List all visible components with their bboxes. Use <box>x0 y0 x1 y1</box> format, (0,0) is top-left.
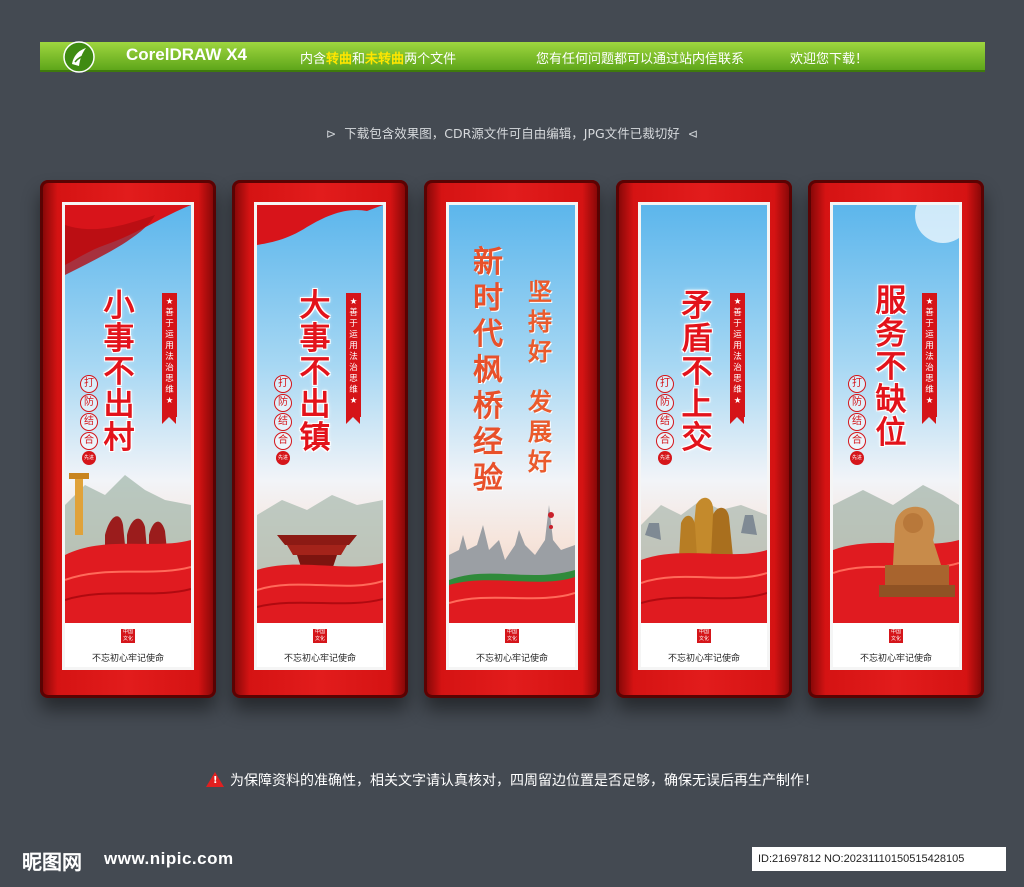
panel-4-motto: 不忘初心牢记使命 <box>667 654 740 664</box>
file-note-middle: 和 <box>352 52 366 67</box>
panel-1-scene: 小事不出村 ★善于运用法治思维★ 打 防 结 合 先进 <box>65 205 191 623</box>
seal-icon: 结 <box>80 413 98 431</box>
seal-icon: 防 <box>274 394 292 412</box>
panel-3-title-right-top: 坚持好 <box>528 277 552 366</box>
seal-icon: 合 <box>274 432 292 450</box>
contact-note: 您有任何问题都可以通过站内信联系 <box>536 52 745 67</box>
seal-icon: 打 <box>80 375 98 393</box>
site-logo: 昵图网 <box>22 850 82 874</box>
warning-text: 为保障资料的准确性，相关文字请认真核对，四周留边位置是否足够，确保无误后再生产制… <box>230 773 818 789</box>
file-note: 内含转曲和未转曲两个文件 <box>300 48 456 67</box>
seal-icon: 结 <box>274 413 292 431</box>
file-note-suffix: 两个文件 <box>404 52 457 67</box>
download-note-text: 下载包含效果图，CDR源文件可自由编辑，JPG文件已裁切好 <box>344 126 680 141</box>
panel-5-title: 服务不缺位 <box>875 283 907 451</box>
warning-icon <box>206 772 224 787</box>
seal-icon: 防 <box>656 394 674 412</box>
panel-3: 新时代枫桥经验 坚持好 发展好 中国文化 不忘初心牢记使命 <box>424 180 600 698</box>
panel-2-title: 大事不出镇 <box>299 288 331 456</box>
panel-4-seals: 打 防 结 合 先进 <box>656 375 678 465</box>
seal-icon: 防 <box>80 394 98 412</box>
file-note-converted: 转曲 <box>326 52 353 67</box>
panel-2-board: 大事不出镇 ★善于运用法治思维★ 打 防 结 合 先进 中国文化 不忘初心牢记使… <box>254 202 386 670</box>
panel-1: 小事不出村 ★善于运用法治思维★ 打 防 结 合 先进 中国文化 不忘初心牢记使… <box>40 180 216 698</box>
panel-2-motto: 不忘初心牢记使命 <box>283 654 356 664</box>
panel-5-ribbon: ★善于运用法治思维★ <box>922 293 937 424</box>
panel-5: 服务不缺位 ★善于运用法治思维★ 打 防 结 合 先进 中国文化 不忘初心牢记使… <box>808 180 984 698</box>
panel-4-stamp: 中国文化 <box>697 629 711 643</box>
image-id-label: ID:21697812 NO:20231110150515428105 <box>752 847 1006 871</box>
panel-3-title-main: 新时代枫桥经验 <box>473 245 503 496</box>
panel-2-stamp: 中国文化 <box>313 629 327 643</box>
panel-1-title: 小事不出村 <box>103 288 135 456</box>
app-name: CorelDRAW X4 <box>126 45 247 64</box>
production-warning: 为保障资料的准确性，相关文字请认真核对，四周留边位置是否足够，确保无误后再生产制… <box>0 770 1024 790</box>
panel-2-ribbon: ★善于运用法治思维★ <box>346 293 361 424</box>
coreldraw-logo-icon <box>63 41 95 73</box>
seal-icon: 结 <box>656 413 674 431</box>
panel-5-scene: 服务不缺位 ★善于运用法治思维★ 打 防 结 合 先进 <box>833 205 959 623</box>
seal-icon: 打 <box>656 375 674 393</box>
panel-1-motto: 不忘初心牢记使命 <box>91 654 164 664</box>
panel-1-stamp: 中国文化 <box>121 629 135 643</box>
site-url[interactable]: www.nipic.com <box>104 849 234 869</box>
seal-small-icon: 先进 <box>850 451 864 465</box>
panel-5-motto: 不忘初心牢记使命 <box>859 654 932 664</box>
panel-2-seals: 打 防 结 合 先进 <box>274 375 296 465</box>
welcome-note: 欢迎您下载！ <box>790 52 869 67</box>
panel-1-board: 小事不出村 ★善于运用法治思维★ 打 防 结 合 先进 中国文化 不忘初心牢记使… <box>62 202 194 670</box>
seal-icon: 合 <box>848 432 866 450</box>
panel-1-ribbon: ★善于运用法治思维★ <box>162 293 177 424</box>
seal-small-icon: 先进 <box>658 451 672 465</box>
seal-icon: 打 <box>848 375 866 393</box>
file-note-unconverted: 未转曲 <box>365 52 405 67</box>
panel-3-board: 新时代枫桥经验 坚持好 发展好 中国文化 不忘初心牢记使命 <box>446 202 578 670</box>
panel-4-title: 矛盾不上交 <box>681 288 713 456</box>
seal-icon: 合 <box>80 432 98 450</box>
panel-5-stamp: 中国文化 <box>889 629 903 643</box>
panel-3-motto: 不忘初心牢记使命 <box>475 654 548 664</box>
panel-4-scene: 矛盾不上交 ★善于运用法治思维★ 打 防 结 合 先进 <box>641 205 767 623</box>
file-note-prefix: 内含 <box>300 52 327 67</box>
top-banner: CorelDRAW X4 内含转曲和未转曲两个文件 您有任何问题都可以通过站内信… <box>40 41 985 73</box>
panel-3-scene: 新时代枫桥经验 坚持好 发展好 <box>449 205 575 623</box>
panel-4-ribbon: ★善于运用法治思维★ <box>730 293 745 424</box>
panel-2-scene: 大事不出镇 ★善于运用法治思维★ 打 防 结 合 先进 <box>257 205 383 623</box>
panel-3-stamp: 中国文化 <box>505 629 519 643</box>
download-note: ⊳ 下载包含效果图，CDR源文件可自由编辑，JPG文件已裁切好 ⊲ <box>0 123 1024 142</box>
arrow-left-icon: ⊲ <box>687 126 699 141</box>
seal-small-icon: 先进 <box>82 451 96 465</box>
panel-5-seals: 打 防 结 合 先进 <box>848 375 870 465</box>
panel-2: 大事不出镇 ★善于运用法治思维★ 打 防 结 合 先进 中国文化 不忘初心牢记使… <box>232 180 408 698</box>
seal-icon: 防 <box>848 394 866 412</box>
panel-5-board: 服务不缺位 ★善于运用法治思维★ 打 防 结 合 先进 中国文化 不忘初心牢记使… <box>830 202 962 670</box>
panel-3-title-right-bottom: 发展好 <box>528 387 552 476</box>
arrow-right-icon: ⊳ <box>325 126 337 141</box>
panel-4: 矛盾不上交 ★善于运用法治思维★ 打 防 结 合 先进 中国文化 不忘初心牢记使… <box>616 180 792 698</box>
seal-icon: 打 <box>274 375 292 393</box>
panel-1-seals: 打 防 结 合 先进 <box>80 375 102 465</box>
panel-4-board: 矛盾不上交 ★善于运用法治思维★ 打 防 结 合 先进 中国文化 不忘初心牢记使… <box>638 202 770 670</box>
seal-small-icon: 先进 <box>276 451 290 465</box>
seal-icon: 合 <box>656 432 674 450</box>
seal-icon: 结 <box>848 413 866 431</box>
